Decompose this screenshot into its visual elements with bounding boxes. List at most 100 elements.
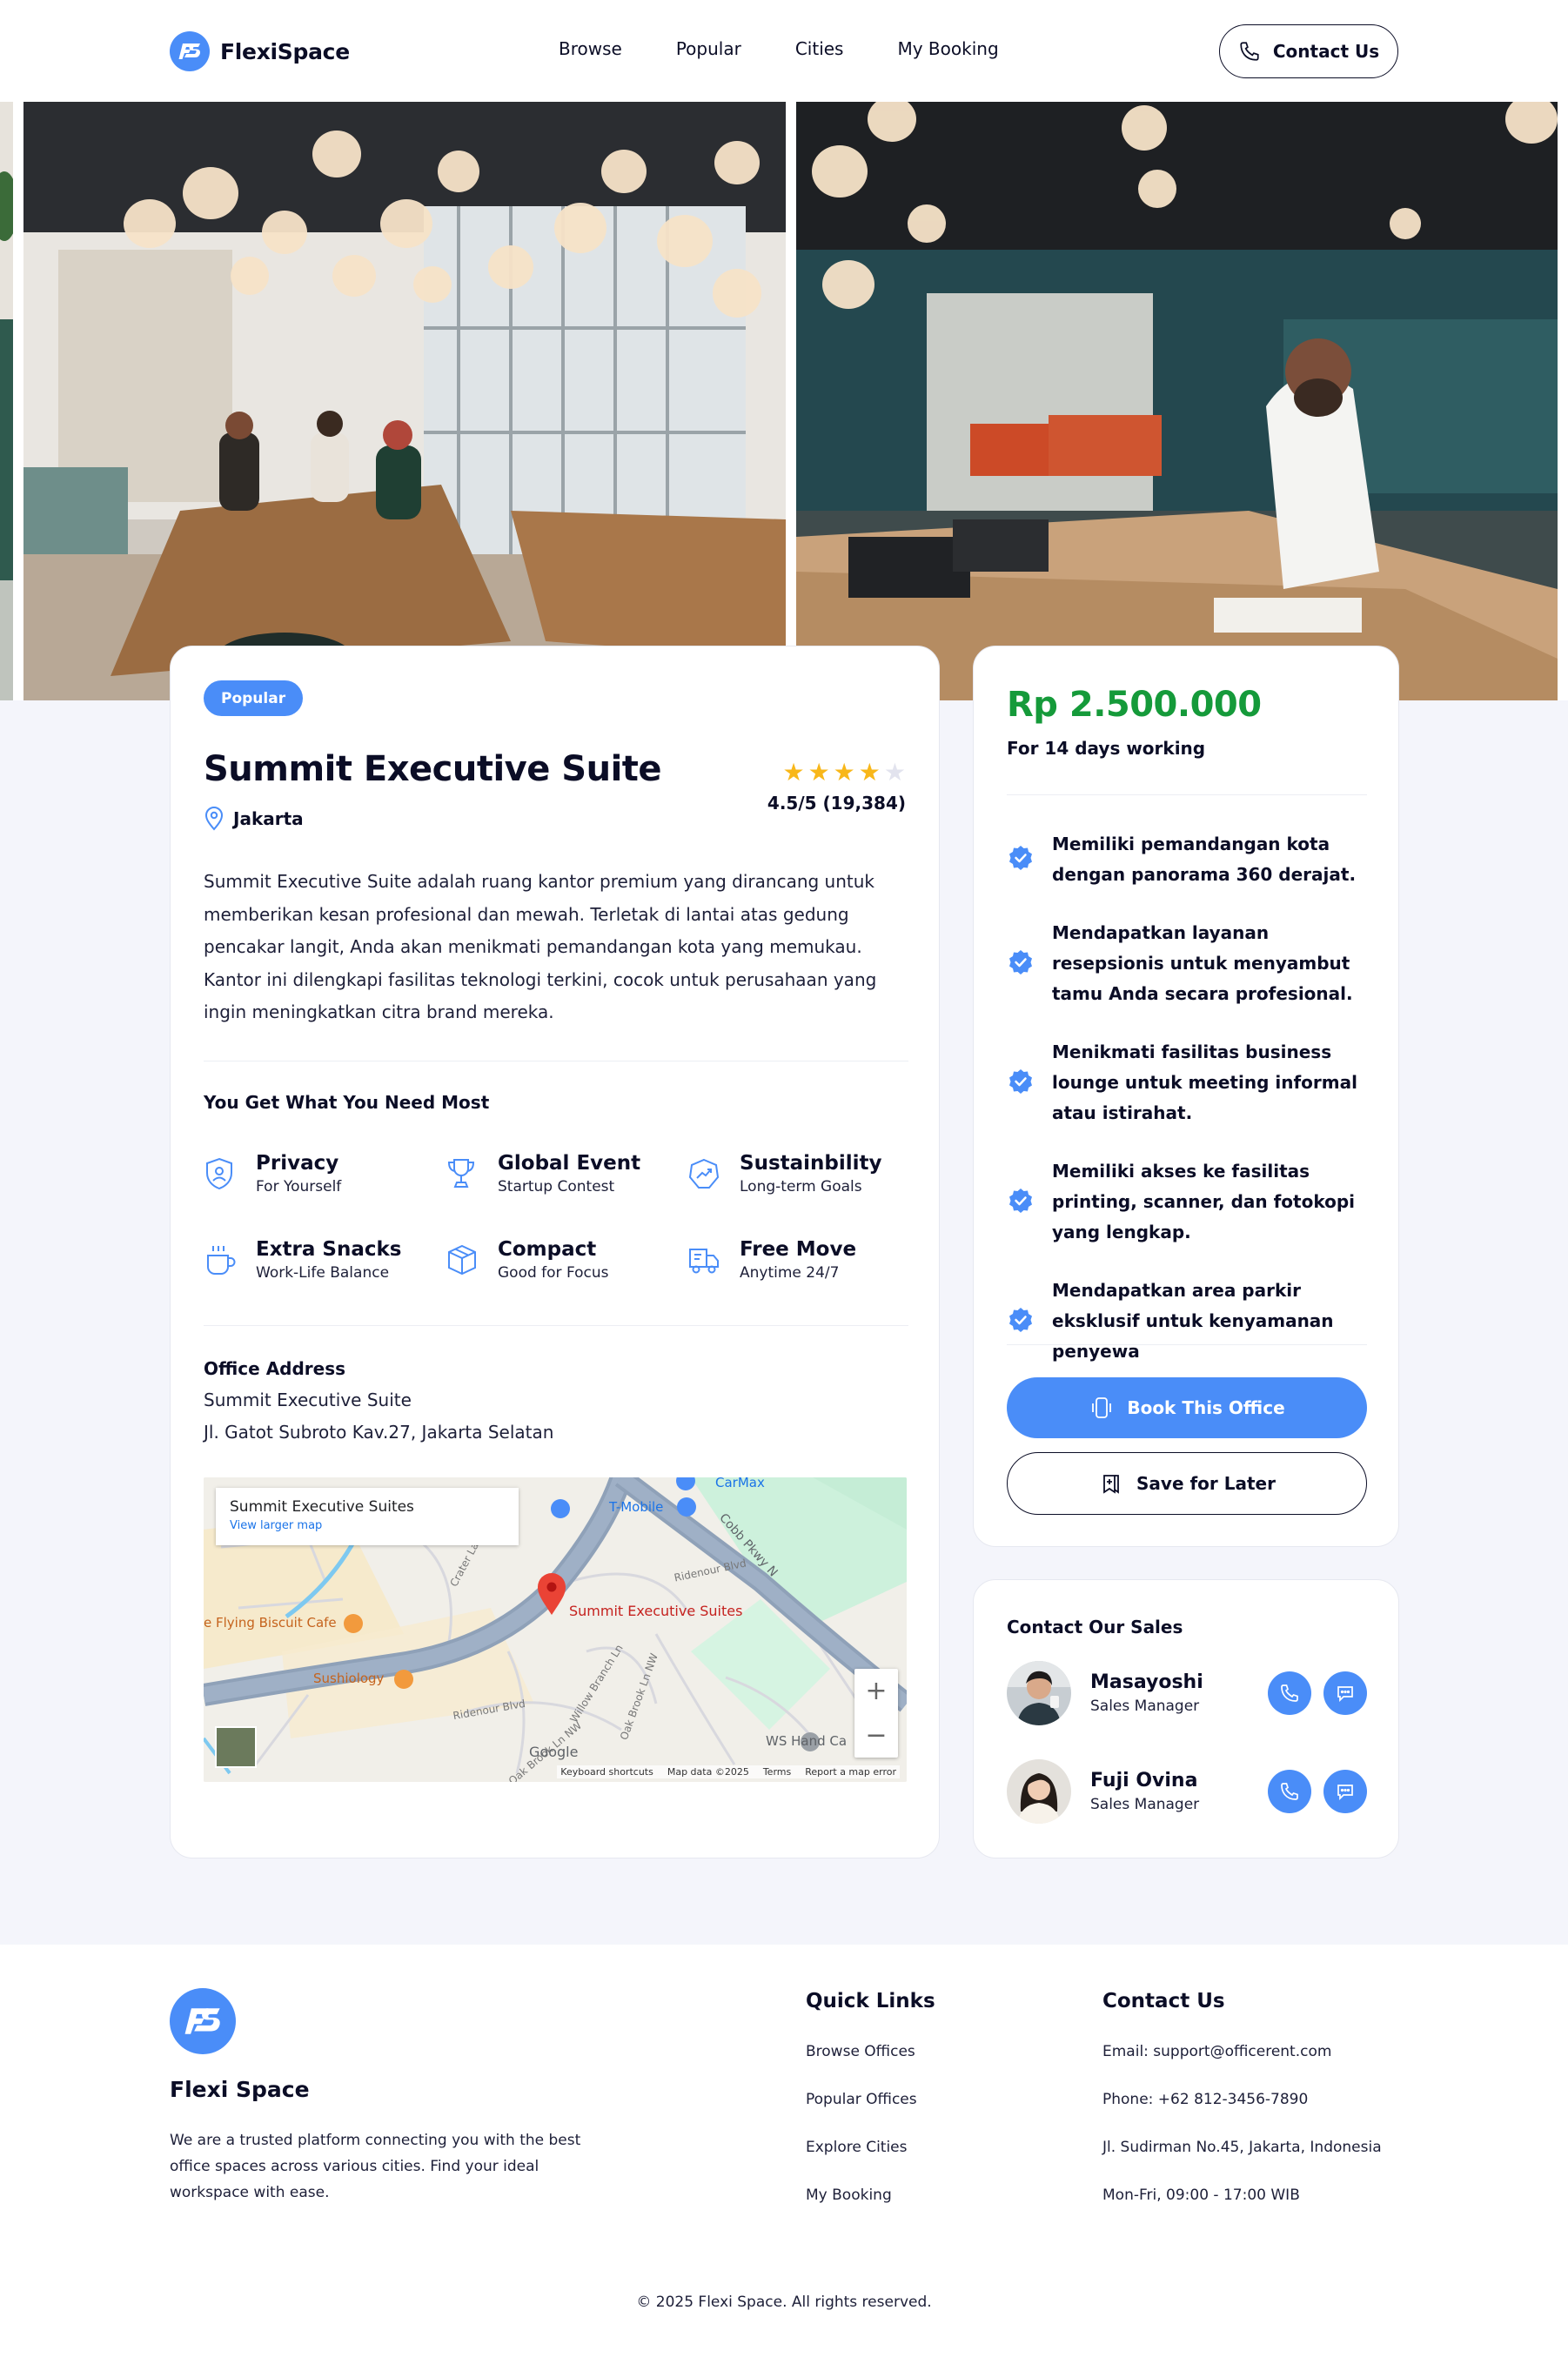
feature-item: Global Event Startup Contest bbox=[446, 1151, 687, 1195]
verified-check-icon bbox=[1007, 844, 1035, 875]
chat-bubble-icon bbox=[1337, 1785, 1353, 1801]
map-terms-link[interactable]: Terms bbox=[763, 1766, 791, 1778]
footer-link-booking[interactable]: My Booking bbox=[806, 2187, 892, 2204]
feature-name: Privacy bbox=[256, 1152, 339, 1175]
phone-icon bbox=[1240, 42, 1259, 61]
map-place-label: CarMax bbox=[715, 1477, 765, 1490]
vibrate-phone-icon bbox=[1092, 1397, 1112, 1418]
zoom-out-button[interactable]: − bbox=[854, 1713, 898, 1758]
google-logo: Google bbox=[529, 1744, 579, 1760]
footer-link-browse[interactable]: Browse Offices bbox=[806, 2043, 915, 2060]
chat-sales-button[interactable] bbox=[1323, 1671, 1367, 1715]
sales-name: Fuji Ovina bbox=[1090, 1770, 1198, 1791]
sales-title: Contact Our Sales bbox=[1007, 1617, 1183, 1637]
contact-sales-card: Contact Our Sales Masayoshi Sales Manage… bbox=[973, 1579, 1399, 1858]
feature-sub: Long-term Goals bbox=[740, 1178, 862, 1195]
nav-browse[interactable]: Browse bbox=[559, 38, 622, 59]
top-navbar: FlexiSpace Browse Popular Cities My Book… bbox=[0, 0, 1568, 103]
contact-email: Email: support@officerent.com bbox=[1102, 2043, 1332, 2060]
feature-item: Sustainbility Long-term Goals bbox=[687, 1151, 908, 1195]
save-for-later-button[interactable]: Save for Later bbox=[1007, 1452, 1367, 1515]
zoom-in-button[interactable]: + bbox=[854, 1669, 898, 1713]
rating-stars: ★ ★ ★ ★ ★ bbox=[782, 758, 906, 787]
star-icon: ★ bbox=[858, 758, 881, 787]
chat-sales-button[interactable] bbox=[1323, 1770, 1367, 1813]
gallery-photo-prev[interactable] bbox=[0, 102, 13, 700]
benefit-item: Mendapatkan area parkir eksklusif untuk … bbox=[1007, 1276, 1372, 1367]
nav-popular[interactable]: Popular bbox=[676, 38, 741, 59]
map-shortcuts-link[interactable]: Keyboard shortcuts bbox=[560, 1766, 653, 1778]
flexispace-logo-icon bbox=[170, 31, 210, 71]
benefit-item: Menikmati fasilitas business lounge untu… bbox=[1007, 1037, 1372, 1128]
map-place-label: e Flying Biscuit Cafe bbox=[204, 1615, 337, 1631]
benefit-text: Mendapatkan layanan resepsionis untuk me… bbox=[1052, 922, 1353, 1004]
sales-person-row: Fuji Ovina Sales Manager bbox=[1007, 1758, 1367, 1825]
office-map[interactable]: CarMax T-Mobile e Flying Biscuit Cafe Su… bbox=[204, 1477, 907, 1782]
office-description: Summit Executive Suite adalah ruang kant… bbox=[204, 871, 877, 1022]
gallery-photo-lounge[interactable] bbox=[796, 102, 1558, 700]
star-empty-icon: ★ bbox=[883, 758, 906, 787]
map-place-label: WS Hand Ca bbox=[766, 1733, 848, 1749]
sales-name: Masayoshi bbox=[1090, 1671, 1203, 1693]
verified-check-icon bbox=[1007, 1306, 1035, 1337]
shield-user-icon bbox=[204, 1151, 240, 1193]
main-nav: Browse Popular Cities My Booking bbox=[559, 38, 999, 59]
feature-name: Free Move bbox=[740, 1238, 857, 1261]
price-period: For 14 days working bbox=[1007, 738, 1206, 759]
map-card-title: Summit Executive Suites bbox=[230, 1498, 414, 1516]
sales-role: Sales Manager bbox=[1090, 1698, 1200, 1715]
star-icon: ★ bbox=[782, 758, 805, 787]
verified-check-icon bbox=[1007, 1068, 1035, 1099]
benefit-text: Menikmati fasilitas business lounge untu… bbox=[1052, 1041, 1357, 1123]
star-icon: ★ bbox=[807, 758, 830, 787]
verified-check-icon bbox=[1007, 1187, 1035, 1218]
coffee-icon bbox=[204, 1237, 240, 1279]
benefit-text: Memiliki akses ke fasilitas printing, sc… bbox=[1052, 1161, 1356, 1242]
benefits-list: Memiliki pemandangan kota dengan panoram… bbox=[1007, 829, 1372, 1395]
features-grid: Privacy For Yourself Global Event Startup … bbox=[204, 1151, 908, 1282]
benefit-item: Memiliki pemandangan kota dengan panoram… bbox=[1007, 829, 1372, 890]
contact-phone: Phone: +62 812-3456-7890 bbox=[1102, 2091, 1309, 2108]
map-place-label: Sushiology bbox=[313, 1671, 385, 1686]
benefit-item: Memiliki akses ke fasilitas printing, sc… bbox=[1007, 1156, 1372, 1248]
view-larger-map-link[interactable]: View larger map bbox=[230, 1519, 505, 1532]
map-report-link[interactable]: Report a map error bbox=[805, 1766, 896, 1778]
map-pin-label: Summit Executive Suites bbox=[569, 1603, 743, 1619]
features-title: You Get What You Need Most bbox=[204, 1092, 490, 1113]
feature-name: Global Event bbox=[498, 1152, 641, 1175]
call-sales-button[interactable] bbox=[1268, 1671, 1311, 1715]
gallery-photo-meeting-room[interactable] bbox=[23, 102, 786, 700]
truck-icon bbox=[687, 1237, 724, 1279]
nav-my-booking[interactable]: My Booking bbox=[897, 38, 998, 59]
office-details-card: Popular Summit Executive Suite Jakarta ★… bbox=[170, 646, 940, 1858]
avatar bbox=[1007, 1661, 1071, 1725]
map-place-label: T-Mobile bbox=[609, 1499, 664, 1515]
feature-item: Compact Good for Focus bbox=[446, 1237, 687, 1282]
book-office-button[interactable]: Book This Office bbox=[1007, 1377, 1367, 1438]
call-sales-button[interactable] bbox=[1268, 1770, 1311, 1813]
contact-us-button[interactable]: Contact Us bbox=[1219, 24, 1398, 78]
contact-us-label: Contact Us bbox=[1272, 41, 1380, 62]
benefit-item: Mendapatkan layanan resepsionis untuk me… bbox=[1007, 918, 1372, 1009]
address-line-2: Jl. Gatot Subroto Kav.27, Jakarta Selata… bbox=[204, 1422, 554, 1443]
footer-about: We are a trusted platform connecting you… bbox=[170, 2132, 581, 2201]
phone-icon bbox=[1281, 1783, 1298, 1800]
feature-sub: Startup Contest bbox=[498, 1178, 615, 1195]
feature-name: Sustainbility bbox=[740, 1152, 882, 1175]
feature-sub: Anytime 24/7 bbox=[740, 1264, 840, 1282]
divider bbox=[1007, 1344, 1367, 1345]
photo-gallery[interactable] bbox=[0, 102, 1568, 700]
book-office-label: Book This Office bbox=[1127, 1397, 1285, 1418]
rating-text: 4.5/5 (19,384) bbox=[767, 793, 906, 814]
footer-link-popular[interactable]: Popular Offices bbox=[806, 2091, 917, 2108]
feature-name: Compact bbox=[498, 1238, 597, 1261]
address-title: Office Address bbox=[204, 1358, 346, 1379]
map-footer: Keyboard shortcuts Map data ©2025 Terms … bbox=[557, 1765, 900, 1778]
feature-sub: Work-Life Balance bbox=[256, 1264, 390, 1282]
nav-cities[interactable]: Cities bbox=[795, 38, 844, 59]
footer-link-cities[interactable]: Explore Cities bbox=[806, 2139, 908, 2156]
sales-role: Sales Manager bbox=[1090, 1796, 1200, 1813]
footer-logo-icon[interactable] bbox=[170, 1988, 236, 2054]
brand-logo[interactable]: FlexiSpace bbox=[170, 31, 350, 71]
divider bbox=[204, 1325, 908, 1326]
